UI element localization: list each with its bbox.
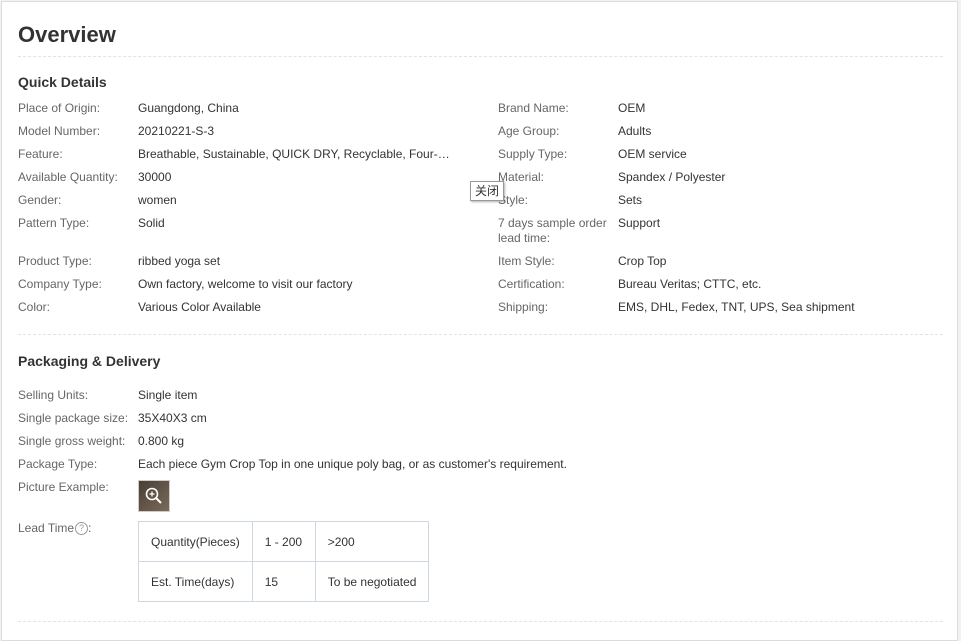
detail-value: Solid	[138, 216, 165, 230]
detail-value: 20210221-S-3	[138, 124, 215, 138]
table-cell: Quantity(Pieces)	[138, 521, 253, 562]
detail-label: Feature:	[18, 147, 63, 161]
table-cell: 1 - 200	[251, 521, 316, 562]
detail-label: Single gross weight:	[18, 434, 126, 448]
close-tooltip[interactable]: 关闭	[470, 181, 505, 201]
detail-label: Package Type:	[18, 457, 98, 471]
detail-label: 7 days sample order lead time:	[498, 216, 607, 245]
detail-value: 0.800 kg	[138, 434, 185, 448]
table-row: Est. Time(days) 15 To be negotiated	[138, 561, 430, 602]
detail-label: Certification:	[498, 277, 565, 291]
picture-example-thumbnail[interactable]	[138, 480, 170, 512]
overview-panel: Overview Quick Details Place of Origin: …	[1, 1, 958, 641]
detail-value: 30000	[138, 170, 172, 184]
table-cell: >200	[314, 521, 430, 562]
divider	[18, 621, 943, 622]
detail-label: Item Style:	[498, 254, 555, 268]
table-cell: 15	[251, 561, 316, 602]
detail-label: Age Group:	[498, 124, 560, 138]
detail-value: Crop Top	[618, 254, 667, 268]
table-row: Quantity(Pieces) 1 - 200 >200	[138, 521, 430, 562]
detail-value: ribbed yoga set	[138, 254, 221, 268]
detail-label: Color:	[18, 300, 51, 314]
detail-label: Place of Origin:	[18, 101, 101, 115]
detail-label: Product Type:	[18, 254, 92, 268]
detail-label: Gender:	[18, 193, 62, 207]
detail-label: Single package size:	[18, 411, 129, 425]
lead-time-colon: :	[88, 521, 92, 535]
table-cell: To be negotiated	[314, 561, 430, 602]
detail-label: Shipping:	[498, 300, 549, 314]
detail-value: Single item	[138, 388, 198, 402]
detail-value: Support	[618, 216, 661, 230]
detail-value: Adults	[618, 124, 652, 138]
detail-value: OEM	[618, 101, 646, 115]
detail-value: Sets	[618, 193, 643, 207]
detail-value: EMS, DHL, Fedex, TNT, UPS, Sea shipment	[618, 300, 855, 314]
detail-label: Supply Type:	[498, 147, 568, 161]
detail-value: OEM service	[618, 147, 687, 161]
detail-value: Spandex / Polyester	[618, 170, 726, 184]
detail-value: Various Color Available	[138, 300, 261, 314]
help-icon[interactable]: ?	[75, 522, 89, 536]
lead-time-label: Lead Time	[18, 521, 75, 535]
detail-label: Picture Example:	[18, 480, 109, 494]
detail-value: Bureau Veritas; CTTC, etc.	[618, 277, 762, 291]
lead-time-table: Quantity(Pieces) 1 - 200 >200 Est. Time(…	[138, 521, 430, 602]
table-cell: Est. Time(days)	[138, 561, 253, 602]
detail-value: women	[138, 193, 177, 207]
detail-value: Own factory, welcome to visit our factor…	[138, 277, 353, 291]
detail-label: Pattern Type:	[18, 216, 90, 230]
packaging-heading: Packaging & Delivery	[18, 353, 161, 369]
detail-label: Selling Units:	[18, 388, 89, 402]
detail-label: Brand Name:	[498, 101, 569, 115]
zoom-icon	[145, 487, 162, 504]
page-title: Overview	[18, 22, 116, 47]
detail-value: Guangdong, China	[138, 101, 239, 115]
detail-value: 35X40X3 cm	[138, 411, 207, 425]
detail-label: Material:	[498, 170, 545, 184]
detail-value: Breathable, Sustainable, QUICK DRY, Recy…	[138, 147, 458, 161]
detail-value: Each piece Gym Crop Top in one unique po…	[138, 457, 567, 471]
divider	[18, 334, 943, 335]
detail-label: Available Quantity:	[18, 170, 118, 184]
detail-label: Company Type:	[18, 277, 102, 291]
detail-label: Model Number:	[18, 124, 101, 138]
divider	[18, 56, 943, 57]
quick-details-heading: Quick Details	[18, 74, 107, 90]
